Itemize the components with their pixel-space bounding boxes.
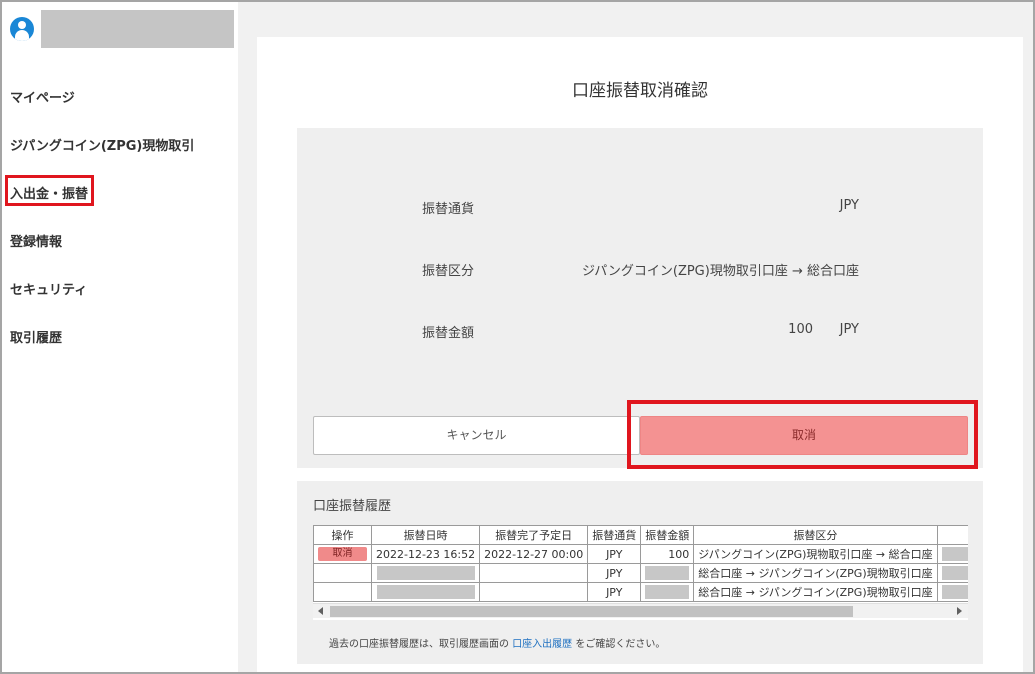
column-header: 振替金額 — [640, 525, 695, 545]
scroll-thumb[interactable] — [330, 606, 853, 617]
user-avatar-icon — [10, 17, 34, 41]
datetime-cell-redacted — [370, 563, 481, 583]
account-transfer-history-link[interactable]: 口座入出履歴 — [512, 639, 572, 650]
sidebar-item-trade-history[interactable]: 取引履歴 — [10, 327, 62, 346]
scroll-right-arrow-icon[interactable] — [957, 607, 962, 615]
column-header: 振替区分 — [693, 525, 938, 545]
transfer-type-value: ジパングコイン(ZPG)現物取引口座 → 総合口座 — [582, 264, 859, 279]
redacted-cell — [936, 582, 968, 602]
table-row: 取消 2022-12-23 16:52 2022-12-27 00:00 JPY… — [313, 544, 968, 564]
user-profile[interactable] — [8, 10, 234, 48]
amount-cell: 100 — [640, 544, 695, 564]
amount-currency: JPY — [839, 322, 859, 337]
history-footnote: 過去の口座振替履歴は、取引履歴画面の 口座入出履歴 をご確認ください。 — [329, 635, 665, 650]
currency-cell: JPY — [587, 544, 642, 564]
datetime-cell: 2022-12-23 16:52 — [370, 544, 481, 564]
column-header: 振替日時 — [370, 525, 481, 545]
currency-cell: JPY — [587, 563, 642, 583]
footnote-text-pre: 過去の口座振替履歴は、取引履歴画面の — [329, 639, 513, 650]
sidebar-item-mypage[interactable]: マイページ — [10, 87, 75, 106]
action-cell — [313, 563, 372, 583]
scroll-left-arrow-icon[interactable] — [318, 607, 323, 615]
currency-label: 振替通貨 — [422, 202, 475, 217]
type-cell: 総合口座 → ジパングコイン(ZPG)現物取引口座 — [693, 582, 938, 602]
transfer-type-label: 振替区分 — [422, 264, 475, 279]
table-row: JPY 総合口座 → ジパングコイン(ZPG)現物取引口座 — [313, 582, 968, 602]
active-nav-highlight — [5, 175, 94, 206]
table-horizontal-scrollbar[interactable] — [313, 603, 968, 618]
table-row: JPY 総合口座 → ジパングコイン(ZPG)現物取引口座 — [313, 563, 968, 583]
type-cell: 総合口座 → ジパングコイン(ZPG)現物取引口座 — [693, 563, 938, 583]
amount-cell-redacted — [640, 582, 695, 602]
column-header: 振替完了予定日 — [479, 525, 589, 545]
sidebar-item-zpg-spot-trading[interactable]: ジパングコイン(ZPG)現物取引 — [10, 135, 194, 154]
username-redacted — [41, 10, 234, 48]
redacted-cell — [936, 544, 968, 564]
amount-label: 振替金額 — [422, 326, 475, 341]
action-cell: 取消 — [313, 544, 372, 564]
amount-value: 100 — [788, 322, 813, 337]
footnote-text-post: をご確認ください。 — [572, 639, 666, 650]
column-header: 操作 — [313, 525, 372, 545]
redacted-cell — [936, 563, 968, 583]
page-title: 口座振替取消確認 — [572, 81, 708, 101]
due-cell — [479, 563, 589, 583]
due-cell: 2022-12-27 00:00 — [479, 544, 589, 564]
currency-cell: JPY — [587, 582, 642, 602]
row-cancel-button[interactable]: 取消 — [318, 547, 367, 561]
action-cell — [313, 582, 372, 602]
amount-cell-redacted — [640, 563, 695, 583]
history-title: 口座振替履歴 — [313, 499, 392, 514]
history-table: 操作 振替日時 振替完了予定日 振替通貨 振替金額 振替区分 取消 2022-1… — [313, 525, 968, 602]
datetime-cell-redacted — [370, 582, 481, 602]
column-header: 振替通貨 — [587, 525, 642, 545]
table-header-row: 操作 振替日時 振替完了予定日 振替通貨 振替金額 振替区分 — [313, 525, 968, 545]
type-cell: ジパングコイン(ZPG)現物取引口座 → 総合口座 — [693, 544, 938, 564]
column-header-extra — [936, 525, 968, 545]
currency-value: JPY — [839, 198, 859, 213]
sidebar-item-registration-info[interactable]: 登録情報 — [10, 231, 62, 250]
sidebar-item-security[interactable]: セキュリティ — [10, 279, 87, 298]
cancel-button[interactable]: キャンセル — [313, 416, 640, 455]
due-cell — [479, 582, 589, 602]
confirm-button-highlight — [627, 400, 978, 469]
